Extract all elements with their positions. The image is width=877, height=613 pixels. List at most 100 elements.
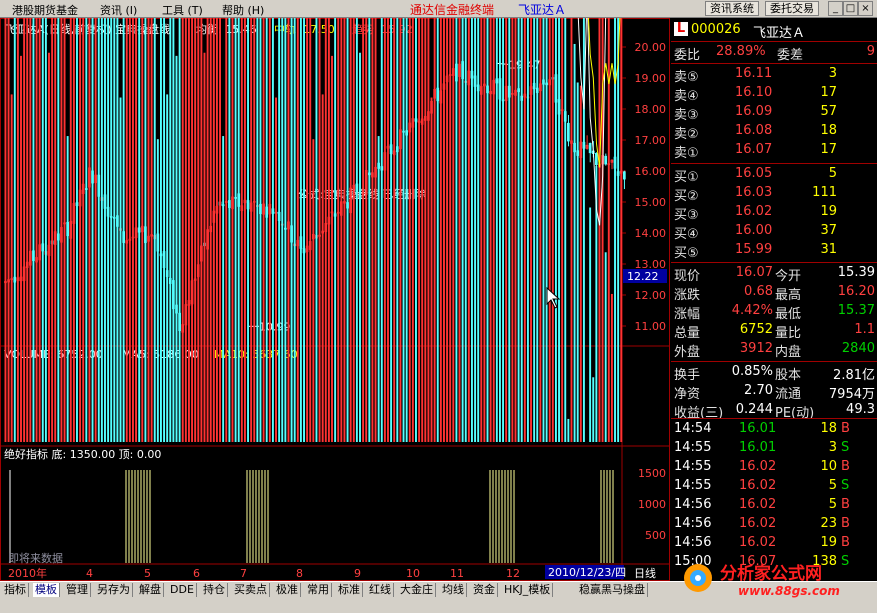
tick-volume: 10 [820, 459, 837, 474]
volume-bar [514, 18, 517, 442]
volume-bar [271, 18, 274, 442]
menu-tools[interactable]: 工具 (T) [162, 2, 203, 18]
indicator-tab[interactable]: 解盘 [137, 583, 164, 597]
menu-help[interactable]: 帮助 (H) [222, 2, 264, 18]
indicator-tab[interactable]: 买卖点 [232, 583, 270, 597]
volume-bar [13, 18, 16, 442]
tick-side: B [841, 535, 850, 550]
tick-price: 16.02 [739, 516, 777, 531]
volume-bar [561, 18, 564, 442]
tick-price: 16.01 [739, 421, 777, 436]
stat-value: 2.70 [744, 383, 773, 398]
volume-bar [82, 18, 85, 442]
tick-time: 14:55 [674, 478, 712, 493]
indicator-tab[interactable]: 均线 [440, 583, 467, 597]
indicator-tab[interactable]: DDE [168, 583, 197, 597]
volume-bar [362, 18, 365, 442]
volume-bar [399, 18, 402, 442]
indicator-tab[interactable]: 红线 [367, 583, 394, 597]
indicator-tab[interactable]: HKJ_模板 [502, 583, 554, 597]
indicator-tab[interactable]: 大金庄 [398, 583, 436, 597]
indicator-tab[interactable]: 资金 [471, 583, 498, 597]
tick-time: 14:56 [674, 535, 712, 550]
bid-level-label: 买③ [674, 208, 699, 223]
info-system-button[interactable]: 资讯系统 [705, 1, 759, 16]
date-axis-label: 12 [506, 567, 520, 580]
volume-bar [449, 18, 452, 442]
volume-bar [166, 94, 169, 442]
volume-bar [184, 18, 187, 442]
volume-bar [439, 18, 442, 442]
menu-bar: 港股期货基金 资讯 (I) 工具 (T) 帮助 (H) 通达信金融终端 飞亚达Ａ… [0, 0, 877, 18]
volume-bar [331, 55, 333, 442]
volume-bar [318, 18, 321, 442]
tick-side: S [841, 478, 850, 493]
volume-bar [551, 18, 554, 443]
indicator-tab[interactable]: 指标 [2, 583, 29, 597]
trade-button[interactable]: 委托交易 [765, 1, 819, 16]
volume-bar [570, 18, 573, 442]
volume-bar [132, 18, 134, 442]
volume-bar [163, 18, 166, 442]
kline-chart[interactable]: 20.0019.0018.0017.0016.0015.0014.0013.00… [0, 18, 670, 581]
indicator-tab[interactable]: 模板 [33, 583, 60, 597]
volume-bar [548, 18, 551, 442]
site-logo: 分析家公式网 www.88gs.com [680, 558, 877, 600]
indicator-tab[interactable]: 管理 [64, 583, 91, 597]
stat-value: 6752 [739, 322, 773, 337]
volume-bar [592, 377, 595, 442]
stat-value-2: 16.20 [837, 284, 875, 299]
volume-bar [617, 18, 620, 442]
stat-value: 4.42% [731, 303, 773, 318]
stat-label-2: 流通 [775, 387, 802, 402]
volume-bar [355, 18, 358, 442]
volume-bar [147, 18, 150, 443]
restore-icon[interactable]: □ [843, 1, 858, 16]
stat-value-2: 2.81亿 [833, 368, 875, 383]
tick-price: 16.02 [739, 497, 777, 512]
indicator-tab[interactable]: 稳赢黑马操盘 [577, 583, 648, 597]
volume-bar [309, 18, 312, 443]
ask-price: 16.07 [735, 142, 773, 157]
volume-bar [26, 18, 29, 442]
menu-futures[interactable]: 港股期货基金 [12, 2, 78, 18]
indicator-tab[interactable]: 另存为 [95, 583, 133, 597]
volume-bar [508, 18, 511, 442]
volume-bar [203, 52, 206, 443]
volume-bar [169, 18, 172, 442]
tick-volume: 18 [820, 421, 837, 436]
stat-value-2: 49.3 [846, 402, 875, 417]
volume-bar [293, 18, 296, 442]
tick-time: 14:55 [674, 440, 712, 455]
future-data-note: 即将来数据 [8, 551, 63, 565]
indicator-tab[interactable]: 极准 [274, 583, 301, 597]
kline-chart-area[interactable]: 20.00 19.00 18.00 17.00 16.00 15.00 14.00 13.00… [0, 18, 670, 581]
volume-bar [35, 18, 38, 442]
stat-label-2: 股本 [775, 368, 802, 383]
indicator-tab[interactable]: 常用 [305, 583, 332, 597]
volume-bar [486, 18, 489, 442]
ask-price: 16.09 [735, 104, 773, 119]
volume-bar [231, 18, 234, 442]
stat-label-2: 最低 [775, 307, 802, 322]
close-icon[interactable]: × [858, 1, 873, 16]
volume-bar [502, 18, 505, 442]
volume-bar [253, 18, 256, 443]
volume-bar [480, 18, 483, 443]
menu-info[interactable]: 资讯 (I) [100, 2, 137, 18]
indicator-tab[interactable]: 标准 [336, 583, 363, 597]
tick-side: B [841, 459, 850, 474]
price-tick-label: 16.00 [635, 165, 667, 178]
volume-bar [23, 18, 26, 443]
volume-bar [91, 18, 94, 443]
price-tick-label: 14.00 [635, 227, 667, 240]
date-cursor-label: 2010/12/23/四 [548, 566, 626, 579]
indicator-tab[interactable]: 持仓 [201, 583, 228, 597]
volume-bar [79, 18, 82, 443]
volume-bar [299, 18, 302, 442]
tick-side: S [841, 440, 850, 455]
bid-price: 15.99 [735, 242, 773, 257]
ask-level-label: 卖② [674, 127, 699, 142]
volume-bar [620, 18, 623, 442]
minimize-icon[interactable]: _ [828, 1, 843, 16]
